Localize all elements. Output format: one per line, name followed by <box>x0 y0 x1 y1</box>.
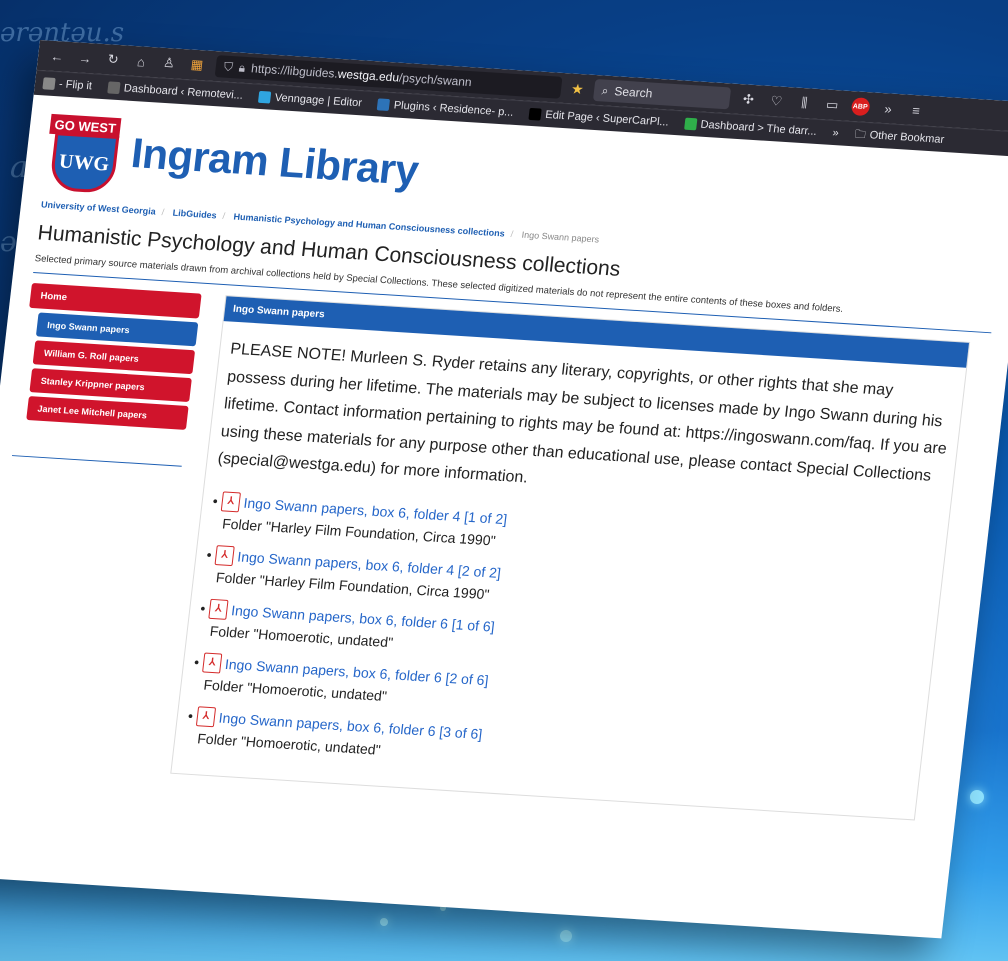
content-body: PLEASE NOTE! Murleen S. Ryder retains an… <box>171 321 966 819</box>
page-content: GO WEST UWG Ingram Library University of… <box>0 95 1008 837</box>
browser-window: ← → ↻ ⌂ ♙ ▦ ⛉ 🔒︎ https://libguides.westg… <box>0 40 1008 939</box>
bookmark-star-icon[interactable]: ★ <box>570 80 584 98</box>
sidebar-icon[interactable]: ▭ <box>822 96 842 113</box>
account-icon[interactable]: ♙ <box>159 55 179 72</box>
menu-icon[interactable]: ≡ <box>906 102 926 118</box>
bullet: • <box>199 600 207 617</box>
bookmark-overflow[interactable]: » <box>832 127 839 139</box>
bookmark-item[interactable]: Edit Page ‹ SuperCarPl... <box>528 107 669 129</box>
background-dot <box>560 930 572 942</box>
item-list: • ⅄ Ingo Swann papers, box 6, folder 4 [1 … <box>185 491 937 791</box>
breadcrumb-current: Ingo Swann papers <box>521 229 600 245</box>
wordpress-icon <box>377 98 391 112</box>
bookmark-item[interactable]: Dashboard > The darr... <box>683 117 817 138</box>
search-icon: ⌕ <box>600 82 610 98</box>
pdf-icon: ⅄ <box>208 598 229 620</box>
forward-icon[interactable]: → <box>75 50 95 66</box>
background-doodle-text: ə <box>0 225 17 258</box>
content-box: Ingo Swann papers PLEASE NOTE! Murleen S… <box>170 295 971 821</box>
globe-icon <box>42 77 56 90</box>
pdf-icon: ⅄ <box>195 706 217 728</box>
bookmark-item[interactable]: Dashboard ‹ Remotevi... <box>107 81 244 102</box>
search-box[interactable]: ⌕ Search <box>592 78 731 110</box>
shield-icon: ⛉ <box>223 59 234 74</box>
pdf-icon: ⅄ <box>214 544 235 566</box>
bullet: • <box>187 707 194 724</box>
main-layout: Home Ingo Swann papers William G. Roll p… <box>0 283 990 821</box>
bullet: • <box>211 492 219 509</box>
sidebar-nav: Home Ingo Swann papers William G. Roll p… <box>0 283 202 772</box>
bookmark-favicon-icon <box>107 81 121 95</box>
overflow-icon[interactable]: » <box>878 100 898 116</box>
nav-subitems: Ingo Swann papers William G. Roll papers… <box>26 312 199 431</box>
pocket-icon[interactable]: ♡ <box>766 93 786 110</box>
lock-icon: 🔒︎ <box>238 60 247 75</box>
reload-icon[interactable]: ↻ <box>103 51 123 68</box>
bullet: • <box>205 546 213 563</box>
bookmark-favicon-icon <box>528 107 543 121</box>
pdf-icon: ⅄ <box>220 491 241 513</box>
breadcrumb-separator: / <box>222 210 226 221</box>
library-icon[interactable]: ⫼ <box>794 95 814 112</box>
folder-icon: 🗀︎ <box>854 127 867 141</box>
breadcrumb-separator: / <box>510 228 514 240</box>
bookmark-item[interactable]: Plugins ‹ Residence- p... <box>377 98 514 119</box>
bookmark-item[interactable]: - Flip it <box>42 77 93 92</box>
logo-shield: UWG <box>48 132 120 194</box>
breadcrumb-link[interactable]: LibGuides <box>172 208 217 221</box>
library-title[interactable]: Ingram Library <box>129 129 421 195</box>
uwg-logo[interactable]: GO WEST UWG <box>43 110 122 194</box>
bookmark-favicon-icon <box>258 90 272 104</box>
wifi-icon <box>683 117 698 131</box>
sidebar-item-janet-mitchell[interactable]: Janet Lee Mitchell papers <box>26 396 189 431</box>
sidebar-divider <box>11 455 182 467</box>
background-dot <box>380 918 388 926</box>
url-prefix: https://libguides. <box>250 61 339 81</box>
breadcrumb-link[interactable]: Humanistic Psychology and Human Consciou… <box>233 212 505 239</box>
url-domain: westga.edu <box>337 66 400 85</box>
bullet: • <box>193 653 201 670</box>
rights-note: PLEASE NOTE! Murleen S. Ryder retains an… <box>216 340 948 487</box>
back-icon[interactable]: ← <box>47 48 67 64</box>
url-path: /psych/swann <box>398 70 473 90</box>
breadcrumb-link[interactable]: University of West Georgia <box>41 199 157 216</box>
puzzle-icon[interactable]: ✣ <box>739 91 759 108</box>
extension-icon[interactable]: ▦ <box>187 56 207 73</box>
other-bookmarks[interactable]: 🗀︎ Other Bookmar <box>854 125 946 150</box>
breadcrumb-separator: / <box>161 207 165 218</box>
search-placeholder: Search <box>613 84 654 101</box>
background-dot <box>970 790 984 804</box>
pdf-icon: ⅄ <box>201 652 223 674</box>
bookmark-item[interactable]: Venngage | Editor <box>258 90 363 109</box>
adblock-icon[interactable]: ABP <box>850 97 871 117</box>
home-icon[interactable]: ⌂ <box>131 53 151 69</box>
